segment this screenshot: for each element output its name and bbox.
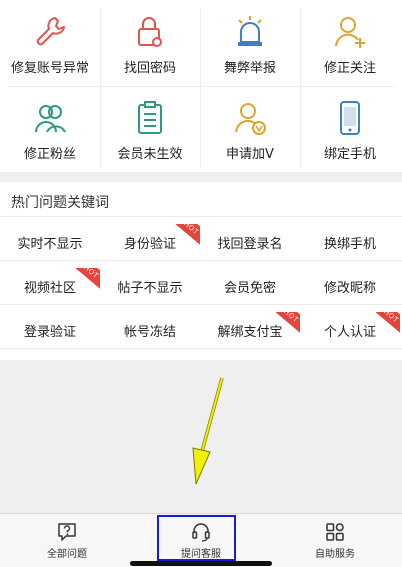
service-find-password[interactable]: 找回密码 — [100, 0, 200, 86]
service-label: 会员未生效 — [117, 147, 183, 162]
annotation-highlight-box — [157, 515, 236, 561]
users-icon — [35, 105, 66, 133]
keyword-label: 帖子不显示 — [117, 280, 183, 296]
service-label: 申请加V — [226, 147, 274, 162]
service-label: 修正粉丝 — [23, 147, 76, 162]
service-grid: 修复账号异常 找回密码 舞弊举报 修正关注 修正粉丝 会员未生效 申请加V 绑定… — [0, 0, 402, 172]
keyword-item[interactable]: 帐号冻结 — [100, 312, 200, 348]
service-apply-v[interactable]: 申请加V — [200, 86, 300, 172]
home-indicator[interactable] — [130, 561, 272, 566]
service-label: 修正关注 — [323, 61, 376, 76]
keyword-label: 换绑手机 — [323, 236, 376, 252]
service-label: 修复账号异常 — [10, 61, 89, 76]
phone-icon — [340, 101, 360, 135]
question-bubble-icon — [58, 523, 76, 541]
service-membership-inactive[interactable]: 会员未生效 — [100, 86, 200, 172]
keyword-label: 个人认证 — [323, 324, 376, 340]
keyword-item[interactable]: 换绑手机 — [300, 224, 400, 260]
tab-self-service[interactable]: 自助服务 — [268, 514, 402, 567]
tab-label: 全部问题 — [47, 549, 87, 560]
section-title: 热门问题关键词 — [11, 195, 109, 211]
clipboard-icon — [138, 101, 162, 134]
keyword-label: 帐号冻结 — [123, 324, 176, 340]
keyword-item[interactable]: 会员免密 — [200, 268, 300, 304]
lock-icon — [138, 17, 162, 47]
service-fix-fans[interactable]: 修正粉丝 — [0, 86, 100, 172]
keyword-item[interactable]: 实时不显示 — [0, 224, 100, 260]
hot-keywords-section: 热门问题关键词 实时不显示 身份验证 HOT 找回登录名 换绑手机 视频社区 HOT… — [0, 182, 402, 360]
tab-label: 自助服务 — [315, 549, 355, 560]
grid-icon — [326, 523, 344, 541]
keyword-item[interactable]: 解绑支付宝 HOT — [200, 312, 300, 348]
keyword-label: 登录验证 — [23, 324, 76, 340]
service-fix-account[interactable]: 修复账号异常 — [0, 0, 100, 86]
service-label: 舞弊举报 — [223, 61, 276, 76]
keyword-item[interactable]: 登录验证 — [0, 312, 100, 348]
divider — [0, 304, 402, 305]
keyword-item[interactable]: 视频社区 HOT — [0, 268, 100, 304]
keyword-label: 视频社区 — [23, 280, 76, 296]
keyword-label: 会员免密 — [223, 280, 276, 296]
keyword-label: 身份验证 — [123, 236, 176, 252]
keyword-item[interactable]: 修改昵称 — [300, 268, 400, 304]
keyword-label: 解绑支付宝 — [217, 324, 283, 340]
divider — [0, 216, 402, 217]
divider — [0, 348, 402, 349]
keyword-label: 实时不显示 — [17, 236, 83, 252]
service-bind-phone[interactable]: 绑定手机 — [300, 86, 400, 172]
keyword-item[interactable]: 身份验证 HOT — [100, 224, 200, 260]
user-add-icon — [335, 17, 365, 48]
service-label: 找回密码 — [123, 61, 176, 76]
service-fraud-report[interactable]: 舞弊举报 — [200, 0, 300, 86]
divider — [0, 260, 402, 261]
keyword-item[interactable]: 找回登录名 — [200, 224, 300, 260]
service-fix-follow[interactable]: 修正关注 — [300, 0, 400, 86]
alarm-icon — [238, 16, 262, 46]
keyword-item[interactable]: 个人认证 HOT — [300, 312, 400, 348]
user-v-icon — [235, 103, 266, 135]
keyword-label: 修改昵称 — [323, 280, 376, 296]
keyword-label: 找回登录名 — [217, 236, 283, 252]
wrench-icon — [36, 17, 65, 46]
tab-all-questions[interactable]: 全部问题 — [0, 514, 134, 567]
service-label: 绑定手机 — [323, 147, 376, 162]
keyword-item[interactable]: 帖子不显示 — [100, 268, 200, 304]
